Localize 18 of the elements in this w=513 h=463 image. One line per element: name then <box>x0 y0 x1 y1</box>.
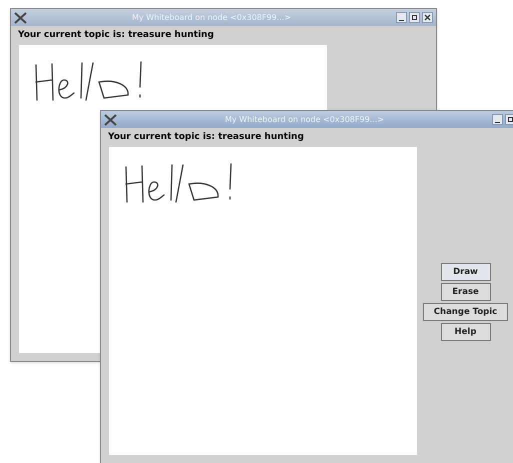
minimize-button[interactable] <box>396 12 407 23</box>
maximize-button[interactable] <box>409 12 420 23</box>
toolbar-button[interactable]: Erase <box>440 283 490 301</box>
maximize-icon <box>410 13 419 22</box>
topic-label: Your current topic is: treasure hunting <box>108 130 304 144</box>
close-button[interactable] <box>422 12 433 23</box>
window-title: My Whiteboard on node <0x308F99...> <box>224 114 385 126</box>
x-logo-icon <box>104 114 117 126</box>
maximize-icon <box>506 115 513 124</box>
maximize-button[interactable] <box>505 114 513 125</box>
x-logo-icon <box>14 12 27 24</box>
topic-label: Your current topic is: treasure hunting <box>18 28 214 42</box>
toolbar-button[interactable]: Draw <box>440 263 490 281</box>
toolbar-button[interactable]: Help <box>440 323 490 341</box>
window-title: My Whiteboard on node <0x308F99...> <box>130 12 292 24</box>
toolbar-button[interactable]: Change Topic <box>422 303 508 321</box>
minimize-button[interactable] <box>492 114 503 125</box>
close-icon <box>423 13 432 22</box>
